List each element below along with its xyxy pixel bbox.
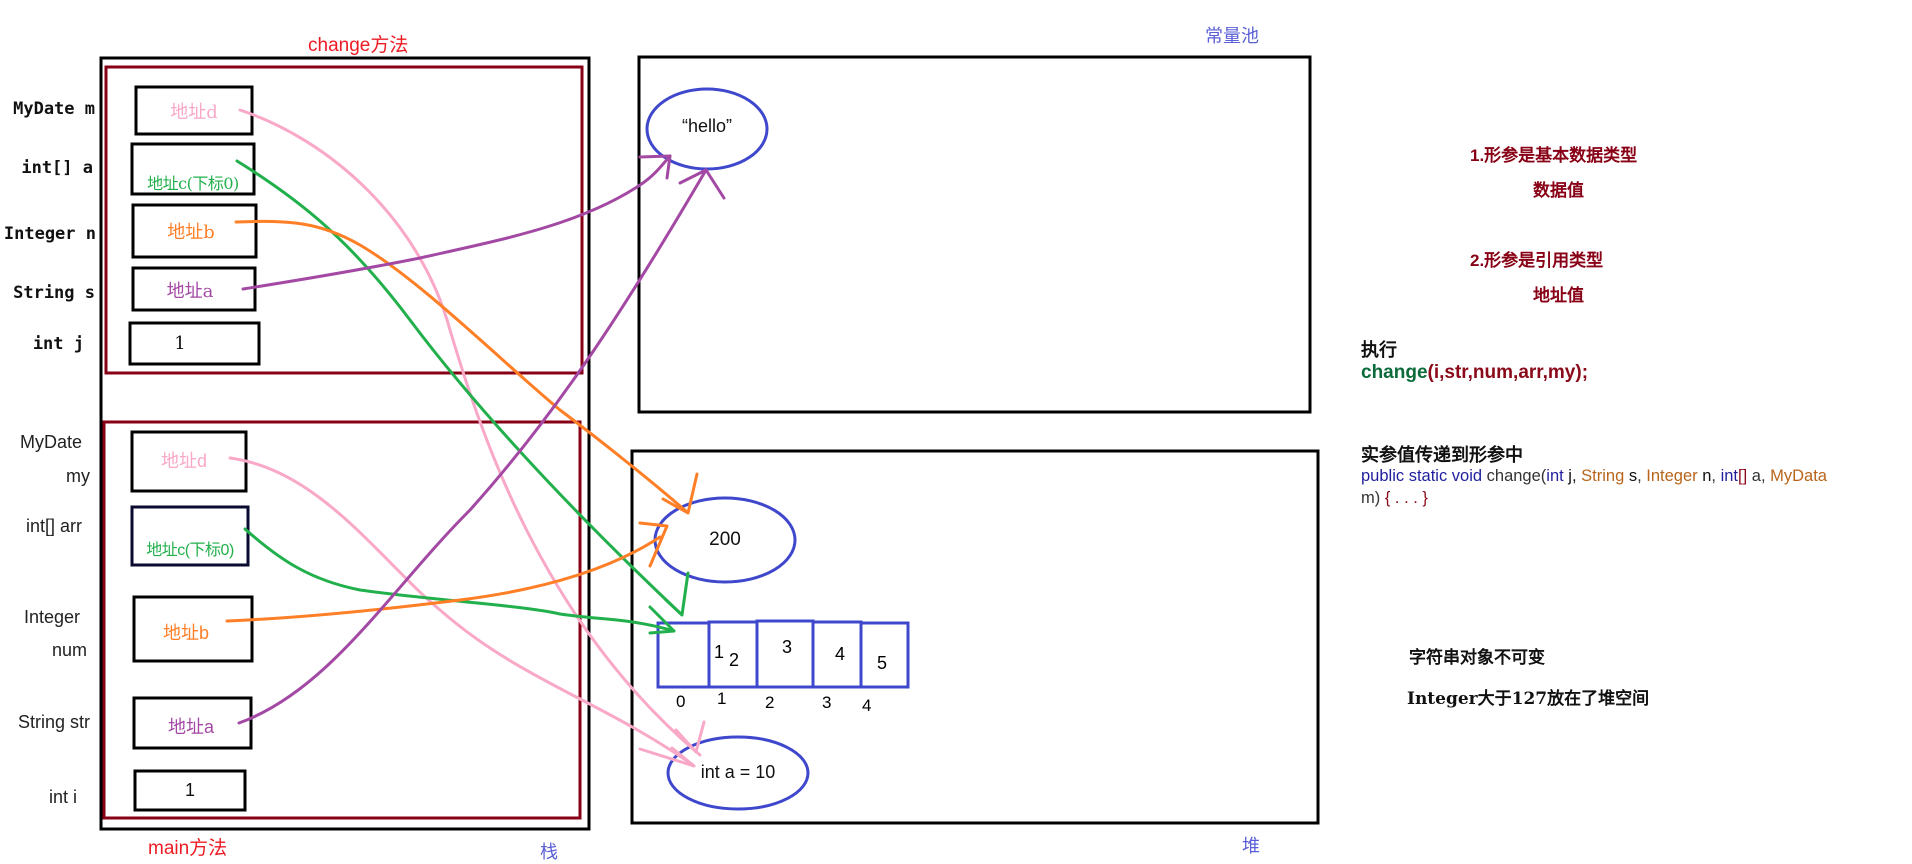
var-label-main-num-type: Integer [23, 607, 80, 627]
method-signature-line1: public static void change(int j, String … [1361, 467, 1827, 486]
var-label-main-arr: int[] arr [25, 516, 82, 536]
call-statement: change(i,str,num,arr,my); [1361, 362, 1588, 384]
sig-p2-name: s [1624, 467, 1638, 485]
var-label-main-my-type: MyDate [19, 432, 82, 452]
cell-value-change-n: 地址b [167, 222, 215, 243]
array-value: 5 [877, 653, 888, 673]
sig-p5-name: m) [1361, 489, 1385, 507]
sig-p4-name: a, [1747, 467, 1771, 485]
rule2-title: 2.形参是引用类型 [1470, 251, 1604, 270]
cell-value-main-str: 地址a [167, 717, 214, 737]
method-signature-line2: m) { . . . } [1361, 489, 1428, 508]
var-label-change-n: Integer n [3, 224, 96, 244]
var-label-change-m: MyDate m [13, 99, 95, 119]
var-label-main-str: String str [17, 712, 90, 732]
execute-label: 执行 [1361, 340, 1397, 360]
array-value: 2 [729, 650, 740, 670]
array-index: 4 [862, 696, 872, 715]
array-index: 1 [717, 689, 727, 708]
var-label-change-j: int j [32, 334, 84, 354]
sig-p2-type: String [1581, 467, 1625, 485]
sig-fn: change( [1482, 467, 1547, 485]
array-index: 3 [822, 693, 832, 712]
hello-string-text: “hello” [681, 116, 733, 136]
var-label-main-num-name: num [51, 640, 87, 660]
arrow-main-str-to-hello [237, 168, 708, 725]
call-fn-name: change [1361, 362, 1428, 383]
array-index: 2 [765, 693, 775, 712]
sig-p4-brackets: [] [1738, 467, 1748, 485]
arrowhead-purple [638, 154, 726, 200]
rule1-value: 数据值 [1533, 181, 1584, 200]
rule1-title: 1.形参是基本数据类型 [1470, 146, 1638, 165]
var-label-main-i: int i [48, 787, 77, 807]
sig-p4-type: int [1720, 467, 1739, 485]
call-args: (i,str,num,arr,my); [1427, 362, 1589, 383]
arrowhead-orange [638, 472, 699, 568]
var-label-main-my-name: my [66, 466, 90, 486]
var-label-change-a: int[] a [21, 158, 93, 178]
rule2-value: 地址值 [1533, 286, 1584, 305]
sig-sep: , [1711, 467, 1721, 485]
mydate-object-text: int a = 10 [700, 762, 776, 782]
cell-value-change-j: 1 [174, 333, 186, 354]
cell-value-main-num: 地址b [162, 623, 209, 643]
sig-p5-type: MyData [1770, 467, 1827, 485]
sig-keywords: public static void [1361, 467, 1483, 485]
var-label-change-s: String s [13, 283, 95, 303]
stack-label: 栈 [540, 842, 558, 862]
main-method-label: main方法 [148, 838, 228, 859]
constant-pool-area [637, 55, 1312, 414]
sig-body: { . . . } [1384, 489, 1428, 507]
cell-value-change-m: 地址d [170, 102, 218, 123]
array-value: 3 [782, 637, 793, 657]
cell-value-change-a: 地址c(下标0) [147, 174, 239, 193]
cell-value-main-i: 1 [184, 780, 195, 800]
array-index: 0 [676, 692, 686, 711]
constant-pool-label: 常量池 [1205, 26, 1259, 46]
arrow-main-my-to-mydate [228, 456, 695, 767]
heap-label: 堆 [1242, 836, 1260, 856]
array-value: 1 [714, 642, 725, 662]
pass-label: 实参值传递到形参中 [1361, 445, 1523, 465]
cell-value-change-s: 地址a [166, 281, 214, 302]
arrow-change-a-to-array [235, 159, 683, 616]
sig-p3-type: Integer [1646, 467, 1698, 485]
sig-p3-name: n [1697, 467, 1712, 485]
change-method-label: change方法 [308, 35, 409, 56]
arrow-change-s-to-hello [241, 154, 672, 291]
integer-200-text: 200 [709, 529, 741, 550]
array-value: 4 [835, 644, 846, 664]
cell-value-main-arr: 地址c(下标0) [146, 542, 234, 559]
arrow-main-num-to-200 [225, 535, 662, 623]
immutable-string-note: 字符串对象不可变 [1409, 648, 1545, 668]
integer-cache-note: Integer大于127放在了堆空间 [1407, 689, 1650, 709]
sig-p1-name: j, [1563, 467, 1582, 485]
cell-value-main-my: 地址d [160, 451, 207, 471]
memory-diagram [99, 55, 1320, 831]
sig-sep: , [1637, 467, 1647, 485]
sig-p1-type: int [1546, 467, 1564, 485]
